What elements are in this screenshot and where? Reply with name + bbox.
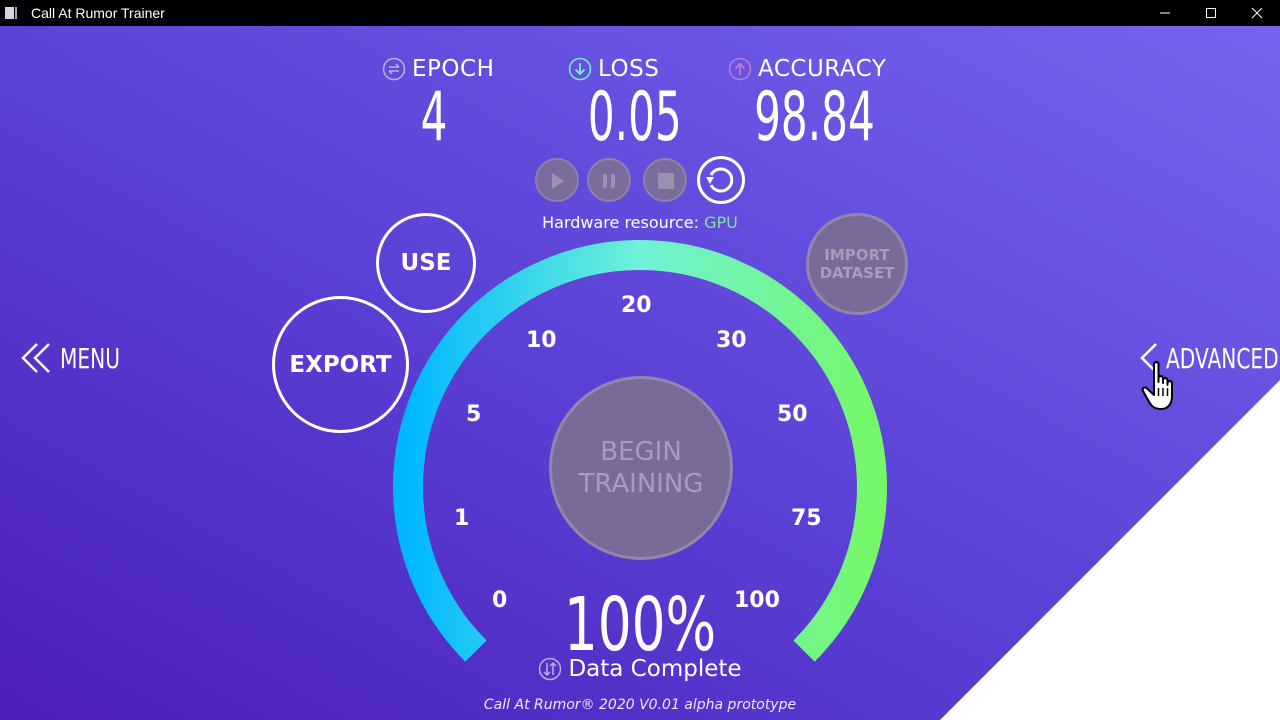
import-label-line1: IMPORT <box>824 246 890 264</box>
footer-version: Call At Rumor® 2020 V0.01 alpha prototyp… <box>483 697 797 713</box>
gauge-tick-label: 75 <box>791 506 822 531</box>
use-button[interactable]: USE <box>376 213 476 313</box>
gauge-tick-label: 20 <box>621 293 652 318</box>
import-label-line2: DATASET <box>819 264 895 282</box>
begin-label-line2: TRAINING <box>578 469 704 499</box>
export-label: EXPORT <box>289 351 392 378</box>
menu-label: MENU <box>60 341 120 375</box>
gauge-tick-label: 0 <box>492 588 508 613</box>
begin-training-button[interactable]: BEGIN TRAINING <box>549 376 733 560</box>
gauge-tick-label: 1 <box>454 506 470 531</box>
gauge-tick-label: 50 <box>777 402 808 427</box>
data-status: Data Complete <box>0 656 1280 682</box>
menu-button[interactable]: MENU <box>20 340 143 376</box>
use-label: USE <box>400 250 452 276</box>
double-chevron-left-icon <box>21 343 50 373</box>
gauge-tick-label: 10 <box>526 328 557 353</box>
hand-cursor-icon <box>1141 361 1173 410</box>
gauge-tick-label: 100 <box>734 588 780 613</box>
begin-label-line1: BEGIN <box>600 437 682 467</box>
import-dataset-button[interactable]: IMPORT DATASET <box>806 213 908 315</box>
transfer-icon <box>539 657 562 681</box>
data-status-label: Data Complete <box>568 656 742 682</box>
gauge-tick-label: 5 <box>466 402 482 427</box>
progress-percent: 100% <box>563 582 717 668</box>
gauge-tick-label: 30 <box>716 328 747 353</box>
export-button[interactable]: EXPORT <box>272 296 409 433</box>
